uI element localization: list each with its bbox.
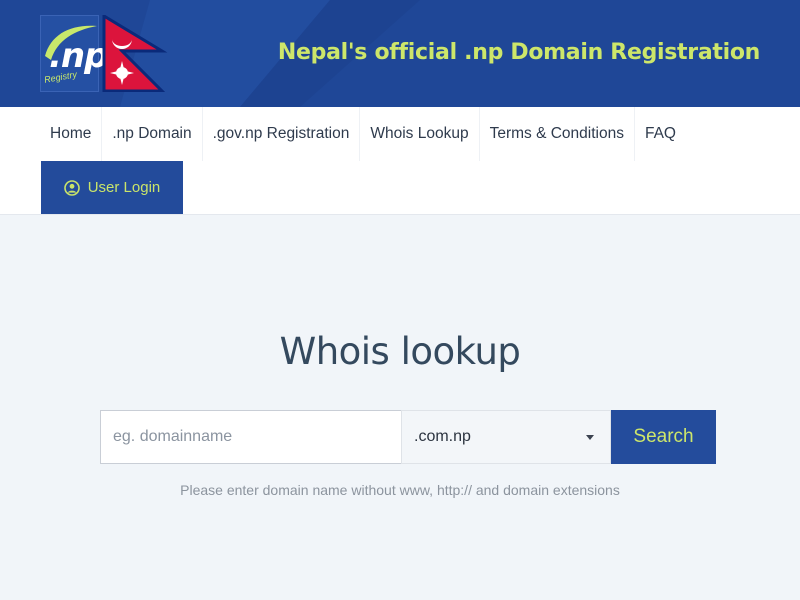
whois-search-form: .com.np Search [100, 410, 716, 464]
tld-selected-value: .com.np [414, 428, 471, 445]
site-tagline: Nepal's official .np Domain Registration [277, 40, 760, 65]
search-button[interactable]: Search [611, 410, 716, 464]
nepal-flag-icon [102, 15, 168, 92]
user-circle-icon [63, 179, 80, 196]
page-title: Whois lookup [279, 330, 521, 373]
user-login-button[interactable]: User Login [41, 161, 183, 214]
nav-item-terms-conditions[interactable]: Terms & Conditions [480, 107, 635, 161]
nav-item-gov-np-registration[interactable]: .gov.np Registration [203, 107, 361, 161]
nav-item-faq[interactable]: FAQ [635, 107, 686, 161]
logo-text: .np [49, 36, 108, 76]
nav-item-whois-lookup[interactable]: Whois Lookup [360, 107, 480, 161]
chevron-down-icon [586, 435, 594, 440]
np-registry-logo[interactable]: .np Registry [40, 15, 108, 92]
main-navigation: Home .np Domain .gov.np Registration Who… [0, 107, 800, 215]
search-hint: Please enter domain name without www, ht… [180, 482, 620, 498]
tld-select[interactable]: .com.np [401, 410, 611, 464]
nav-item-np-domain[interactable]: .np Domain [102, 107, 203, 161]
nav-menu: Home .np Domain .gov.np Registration Who… [40, 107, 686, 161]
domain-name-input[interactable] [100, 410, 401, 464]
nav-item-home[interactable]: Home [40, 107, 103, 161]
site-header: .np Registry Nepal's official .np Domain… [0, 0, 800, 107]
user-login-label: User Login [87, 179, 161, 196]
